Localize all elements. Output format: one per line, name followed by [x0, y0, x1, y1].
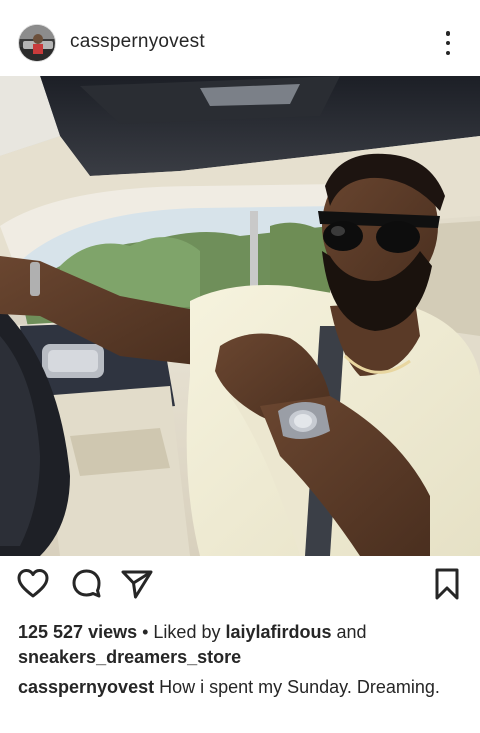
post-video[interactable] — [0, 76, 480, 556]
comment-icon[interactable] — [70, 566, 104, 607]
liked-by-user[interactable]: laiylafirdous — [225, 622, 331, 642]
bookmark-icon[interactable] — [432, 566, 462, 607]
liked-by-other-user[interactable]: sneakers_dreamers_store — [18, 647, 241, 667]
video-frame — [0, 76, 480, 556]
more-dot — [445, 40, 451, 46]
liked-by-prefix: Liked by — [153, 622, 226, 642]
avatar[interactable] — [18, 24, 56, 62]
and-text: and — [331, 622, 367, 642]
caption-text: How i spent my Sunday. Dreaming. — [154, 677, 440, 697]
post-caption: casspernyovest How i spent my Sunday. Dr… — [18, 674, 462, 700]
post-actions — [0, 566, 480, 610]
more-options-icon[interactable] — [438, 28, 458, 58]
post-header: casspernyovest — [0, 0, 480, 76]
caption-username[interactable]: casspernyovest — [18, 677, 154, 697]
more-dot — [445, 50, 451, 55]
more-dot — [445, 31, 451, 36]
post-engagement: 125 527 views • Liked by laiylafirdous a… — [18, 620, 462, 670]
separator: • — [137, 622, 154, 642]
heart-icon[interactable] — [16, 566, 50, 607]
send-icon[interactable] — [120, 566, 154, 607]
views-count[interactable]: 125 527 views — [18, 622, 137, 642]
post-username[interactable]: casspernyovest — [70, 31, 205, 53]
